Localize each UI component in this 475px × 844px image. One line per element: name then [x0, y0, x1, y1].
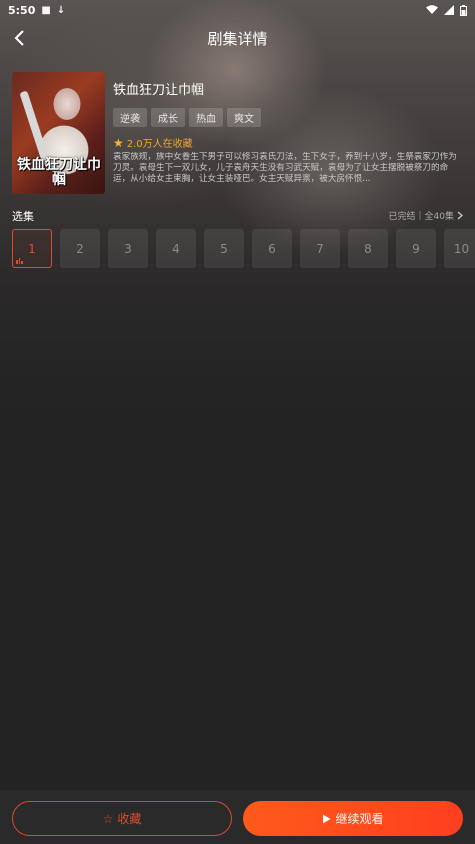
bottom-action-bar: ☆ 收藏 继续观看	[0, 790, 475, 844]
notification-icon: ■	[41, 4, 51, 16]
favorite-count-text: 2.0万人在收藏	[126, 139, 193, 150]
episode-status: 已完结	[388, 212, 416, 222]
episode-number: 8	[364, 241, 372, 256]
play-icon	[323, 814, 331, 823]
playing-icon	[16, 258, 23, 264]
episode-number: 10	[453, 241, 470, 256]
wifi-icon	[426, 5, 438, 14]
episode-number: 1	[28, 241, 36, 256]
episode-number: 5	[220, 241, 228, 256]
episode-button[interactable]: 6	[252, 229, 292, 268]
episode-number: 9	[412, 241, 420, 256]
episode-button[interactable]: 10	[444, 229, 475, 268]
collect-button[interactable]: ☆ 收藏	[12, 801, 232, 836]
drama-title: 铁血狂刀让巾帼	[113, 83, 205, 98]
drama-poster: 铁血狂刀让巾帼	[12, 72, 105, 194]
continue-watching-label: 继续观看	[335, 812, 384, 826]
signal-icon	[444, 5, 454, 15]
episode-number: 4	[172, 241, 180, 256]
episode-button-current[interactable]: 1	[12, 229, 52, 268]
drama-info: 铁血狂刀让巾帼 逆袭 成长 热血 爽文 ★ 2.0万人在收藏	[113, 79, 463, 150]
collect-label: 收藏	[117, 812, 142, 826]
star-outline-icon: ☆	[102, 811, 114, 826]
tag: 热血	[189, 108, 223, 127]
status-time: 5:50	[8, 3, 36, 17]
download-icon: ↓	[56, 4, 66, 16]
episode-number: 3	[124, 241, 132, 256]
episode-section-title: 选集	[12, 210, 34, 223]
page-title: 剧集详情	[207, 30, 268, 48]
status-bar: 5:50 ■ ↓	[0, 0, 475, 20]
episode-button[interactable]: 7	[300, 229, 340, 268]
poster-title: 铁血狂刀让巾帼	[17, 157, 101, 188]
episode-button[interactable]: 3	[108, 229, 148, 268]
star-icon: ★	[113, 135, 124, 150]
episode-total: 全40集	[424, 212, 454, 222]
poster-blade	[19, 90, 49, 160]
continue-watching-button[interactable]: 继续观看	[243, 801, 463, 836]
tag: 逆袭	[113, 108, 147, 127]
episode-section-header: 选集 已完结 | 全40集	[12, 208, 463, 223]
episode-button[interactable]: 9	[396, 229, 436, 268]
chevron-right-icon	[457, 211, 463, 220]
episode-number: 2	[76, 241, 84, 256]
tag: 成长	[151, 108, 185, 127]
episode-number: 7	[316, 241, 324, 256]
battery-icon	[460, 4, 467, 16]
episode-list: 1 2 3 4 5 6 7 8 9 10	[12, 229, 475, 268]
episode-button[interactable]: 8	[348, 229, 388, 268]
navigation-bar: 剧集详情	[0, 24, 475, 52]
favorite-count: ★ 2.0万人在收藏	[113, 135, 463, 151]
episode-button[interactable]: 4	[156, 229, 196, 268]
tag-list: 逆袭 成长 热血 爽文	[113, 108, 463, 127]
episode-list-link[interactable]: 已完结 | 全40集	[388, 209, 463, 222]
separator: |	[418, 210, 422, 221]
tag: 爽文	[227, 108, 261, 127]
drama-description: 袁家族规，族中女眷生下男子可以修习袁氏刀法，生下女子，养到十八岁，生祭袁家刀作为…	[113, 152, 457, 184]
episode-button[interactable]: 2	[60, 229, 100, 268]
episode-number: 6	[268, 241, 276, 256]
episode-button[interactable]: 5	[204, 229, 244, 268]
